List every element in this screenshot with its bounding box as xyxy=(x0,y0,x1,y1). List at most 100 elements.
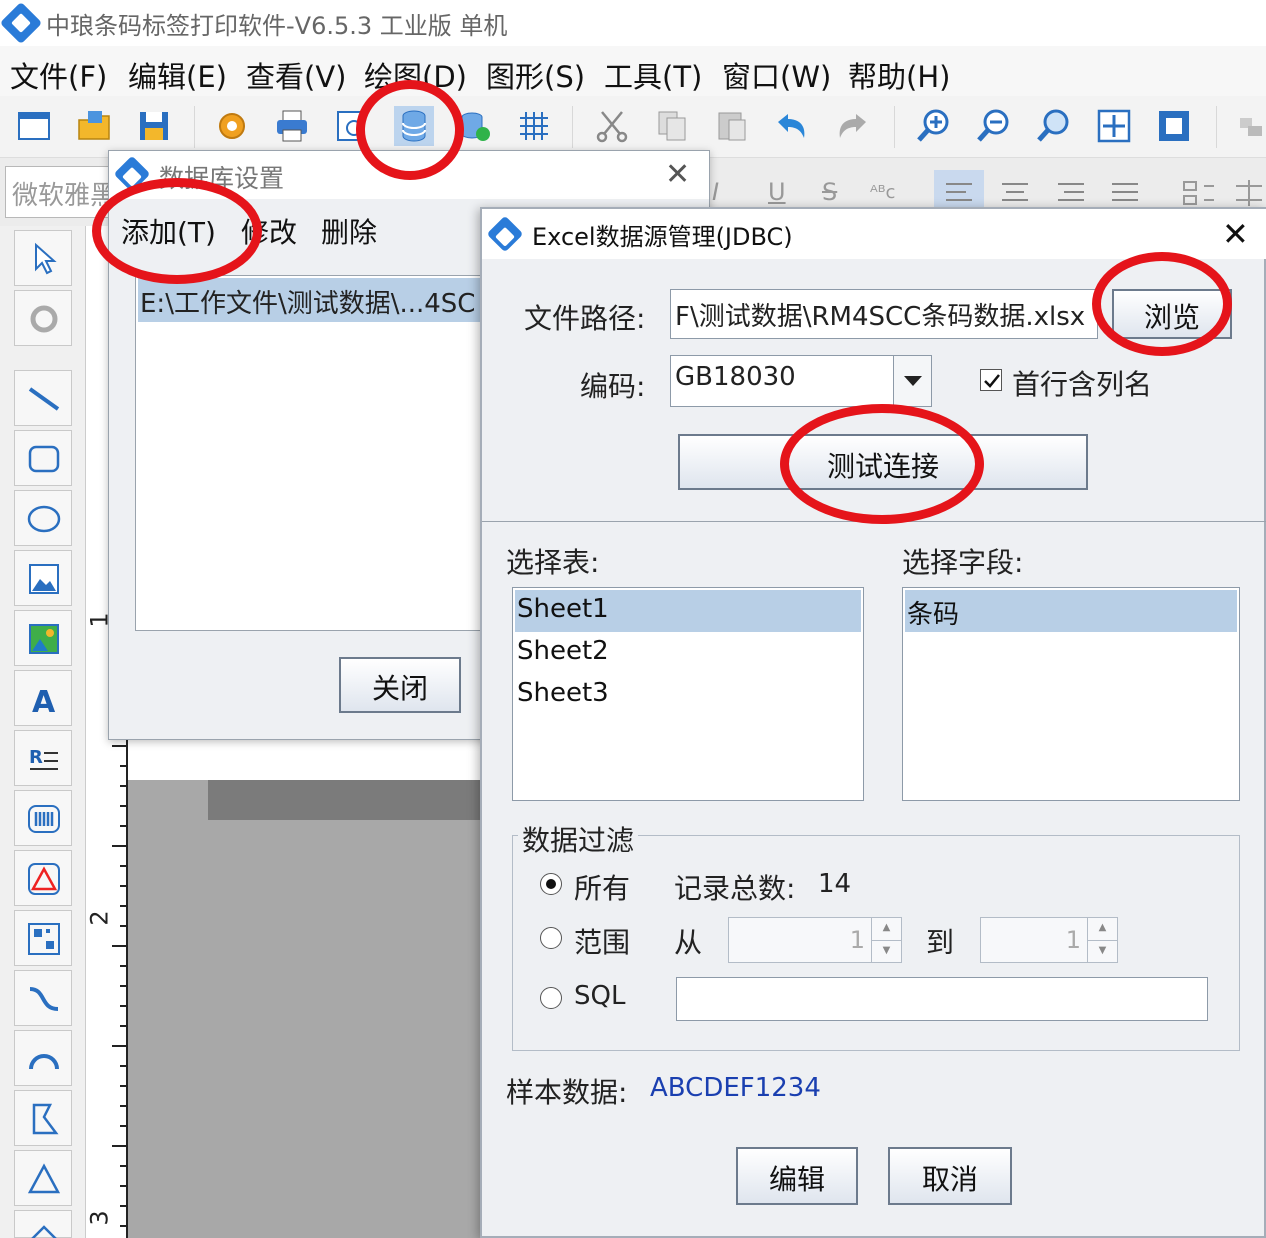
datasource-list[interactable]: E:\工作文件\测试数据\...4SC xyxy=(135,275,495,631)
filter-range-radio[interactable] xyxy=(540,927,562,949)
close-icon[interactable]: ✕ xyxy=(665,157,690,192)
menu-draw[interactable]: 绘图(D) xyxy=(364,54,467,96)
title-bar: 中琅条码标签打印软件-V6.5.3 工业版 单机 xyxy=(0,0,1266,46)
db-add-menu[interactable]: 添加(T) xyxy=(121,211,216,251)
image-tool-icon[interactable] xyxy=(14,550,72,606)
table-list[interactable]: Sheet1 Sheet2 Sheet3 xyxy=(512,587,864,801)
menu-file[interactable]: 文件(F) xyxy=(10,54,107,96)
filter-sql-label: SQL xyxy=(574,981,626,1011)
text-tool-icon[interactable]: A xyxy=(14,670,72,726)
db-window-logo-icon xyxy=(113,155,151,193)
divider xyxy=(482,521,1266,522)
app-logo-icon xyxy=(0,1,43,45)
excel-dialog-title: Excel数据源管理(JDBC) xyxy=(532,223,793,251)
close-icon[interactable]: ✕ xyxy=(1222,215,1249,253)
select-field-label: 选择字段: xyxy=(902,546,1024,579)
open-icon[interactable] xyxy=(76,108,112,144)
db-delete-menu[interactable]: 删除 xyxy=(321,211,377,251)
more-tools-icon[interactable] xyxy=(14,1210,72,1238)
main-toolbar xyxy=(0,96,1266,158)
print-icon[interactable] xyxy=(274,108,310,144)
db-close-button[interactable]: 关闭 xyxy=(339,657,461,713)
qrcode-tool-icon[interactable] xyxy=(14,910,72,966)
triangle-color-tool-icon[interactable] xyxy=(14,850,72,906)
rich-text-tool-icon[interactable]: R xyxy=(14,730,72,786)
polygon-tool-icon[interactable] xyxy=(14,1090,72,1146)
rotate-tool-icon[interactable] xyxy=(14,290,72,346)
align-icon[interactable] xyxy=(1236,108,1266,144)
file-path-input[interactable]: F\测试数据\RM4SCC条码数据.xlsx xyxy=(670,289,1098,339)
test-connection-button[interactable]: 测试连接 xyxy=(678,434,1088,490)
rectangle-tool-icon[interactable] xyxy=(14,430,72,486)
range-to-stepper[interactable]: 1 ▲ ▼ xyxy=(980,917,1118,963)
font-name-select[interactable]: 微软雅黑 xyxy=(5,166,110,218)
italic-button[interactable]: I xyxy=(712,178,719,206)
strikethrough-button[interactable]: S xyxy=(822,178,837,206)
undo-icon[interactable] xyxy=(774,108,810,144)
settings-icon[interactable] xyxy=(214,108,250,144)
encoding-label: 编码: xyxy=(580,370,646,403)
zoom-in-icon[interactable] xyxy=(916,108,952,144)
list-item[interactable]: Sheet2 xyxy=(515,632,861,674)
grid-icon[interactable] xyxy=(516,108,552,144)
menu-edit[interactable]: 编辑(E) xyxy=(128,54,227,96)
first-row-header-checkbox[interactable] xyxy=(980,369,1002,391)
preview-icon[interactable] xyxy=(334,108,370,144)
list-item[interactable]: E:\工作文件\测试数据\...4SC xyxy=(138,278,494,322)
list-item[interactable]: Sheet3 xyxy=(515,674,861,716)
new-icon[interactable] xyxy=(16,108,52,144)
list-item[interactable]: Sheet1 xyxy=(515,590,861,632)
stepper-down-icon[interactable]: ▼ xyxy=(1087,940,1117,962)
zoom-icon[interactable] xyxy=(1036,108,1072,144)
fit-icon[interactable] xyxy=(1096,108,1132,144)
arc-tool-icon[interactable] xyxy=(14,1030,72,1086)
stepper-up-icon[interactable]: ▲ xyxy=(871,918,901,940)
menu-help[interactable]: 帮助(H) xyxy=(848,54,950,96)
paste-icon[interactable] xyxy=(714,108,750,144)
save-icon[interactable] xyxy=(136,108,172,144)
field-list[interactable]: 条码 xyxy=(902,587,1240,801)
menu-shape[interactable]: 图形(S) xyxy=(486,54,585,96)
stepper-up-icon[interactable]: ▲ xyxy=(1087,918,1117,940)
encoding-value: GB18030 xyxy=(675,362,796,392)
browse-button[interactable]: 浏览 xyxy=(1112,289,1232,339)
stepper-down-icon[interactable]: ▼ xyxy=(871,940,901,962)
triangle-tool-icon[interactable] xyxy=(14,1150,72,1206)
underline-button[interactable]: U xyxy=(768,178,786,206)
barcode-tool-icon[interactable] xyxy=(14,790,72,846)
excel-dialog-logo-icon xyxy=(486,215,524,253)
list-item[interactable]: 条码 xyxy=(905,590,1237,632)
menu-tools[interactable]: 工具(T) xyxy=(604,54,702,96)
canvas-workspace xyxy=(128,780,488,1238)
select-tool-icon[interactable] xyxy=(14,230,72,286)
ruler-label: 2 xyxy=(85,910,114,926)
ellipse-tool-icon[interactable] xyxy=(14,490,72,546)
menu-view[interactable]: 查看(V) xyxy=(246,54,346,96)
filter-all-radio[interactable] xyxy=(540,873,562,895)
zoom-out-icon[interactable] xyxy=(976,108,1012,144)
fit-page-icon[interactable] xyxy=(1156,108,1192,144)
cancel-button[interactable]: 取消 xyxy=(888,1147,1012,1205)
range-from-stepper[interactable]: 1 ▲ ▼ xyxy=(728,917,902,963)
line-tool-icon[interactable] xyxy=(14,370,72,426)
sql-input[interactable] xyxy=(676,977,1208,1021)
chevron-down-icon[interactable] xyxy=(893,356,931,406)
curve-tool-icon[interactable] xyxy=(14,970,72,1026)
redo-icon[interactable] xyxy=(834,108,870,144)
menu-window[interactable]: 窗口(W) xyxy=(722,54,831,96)
char-spacing-button[interactable]: ᴬᴮc xyxy=(870,182,895,203)
file-path-label: 文件路径: xyxy=(524,302,646,335)
edit-button[interactable]: 编辑 xyxy=(736,1147,858,1205)
excel-datasource-dialog: Excel数据源管理(JDBC) ✕ 文件路径: F\测试数据\RM4SCC条码… xyxy=(480,207,1266,1238)
cut-icon[interactable] xyxy=(594,108,630,144)
filter-sql-radio[interactable] xyxy=(540,987,562,1009)
encoding-select[interactable]: GB18030 xyxy=(670,355,932,407)
copy-icon[interactable] xyxy=(654,108,690,144)
filter-range-label: 范围 xyxy=(574,926,631,959)
database-icon[interactable] xyxy=(394,106,434,146)
range-to-value: 1 xyxy=(1065,926,1081,954)
db-modify-menu[interactable]: 修改 xyxy=(241,211,297,251)
database-link-icon[interactable] xyxy=(456,108,492,144)
picture-tool-icon[interactable] xyxy=(14,610,72,666)
app-title: 中琅条码标签打印软件-V6.5.3 工业版 单机 xyxy=(46,12,508,40)
